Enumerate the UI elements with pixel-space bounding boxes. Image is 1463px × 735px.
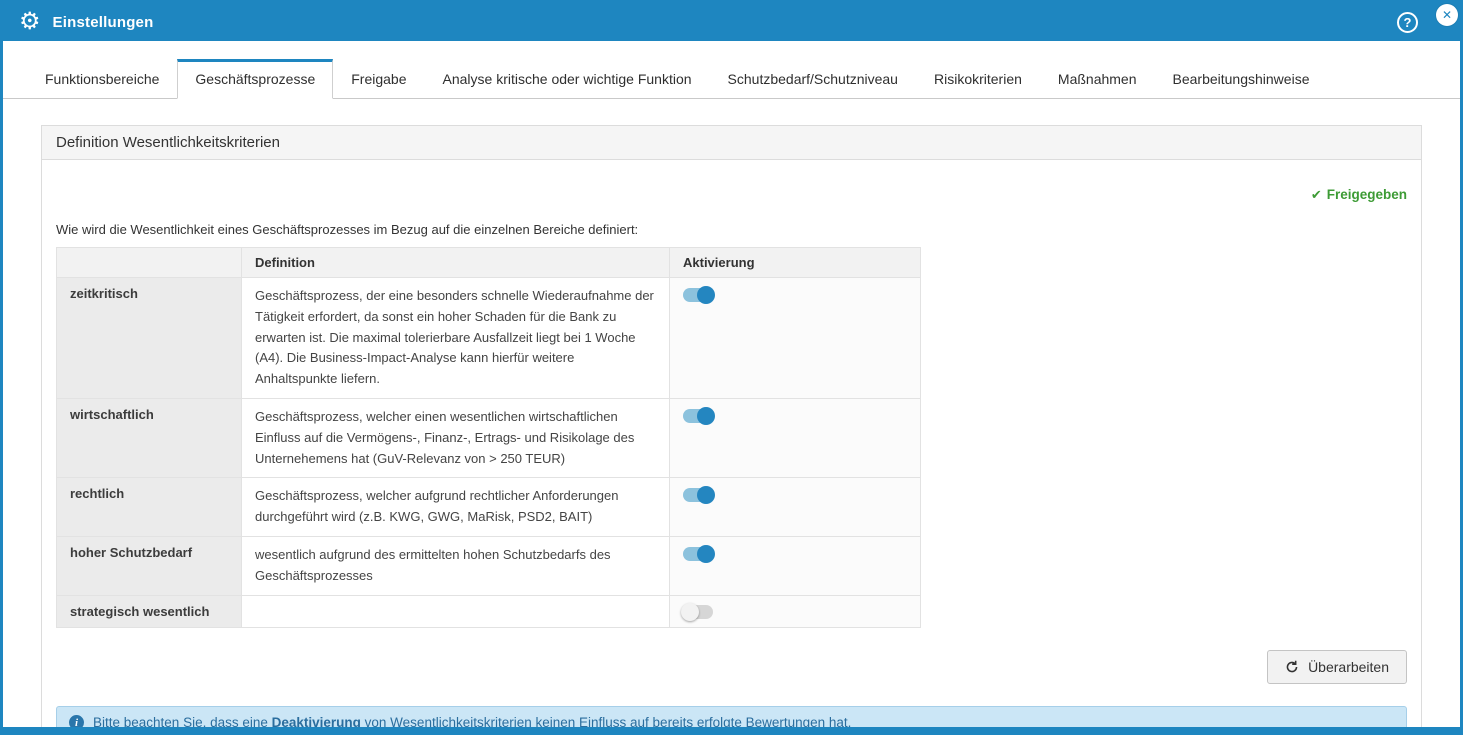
activation-toggle[interactable] (683, 288, 713, 302)
info-icon: i (69, 715, 84, 730)
refresh-icon (1285, 660, 1299, 674)
row-definition: Geschäftsprozess, welcher aufgrund recht… (242, 478, 670, 537)
notice-bold: Deaktivierung (272, 715, 361, 730)
button-row: Überarbeiten (54, 650, 1407, 684)
tab-label: Analyse kritische oder wichtige Funktion (443, 71, 692, 87)
tab-maßnahmen[interactable]: Maßnahmen (1040, 59, 1155, 99)
row-activation-cell (670, 398, 921, 477)
criteria-table: Definition Aktivierung zeitkritisch Gesc… (56, 247, 921, 628)
status-line: ✔ Freigegeben (54, 172, 1409, 214)
row-activation-cell (670, 278, 921, 399)
row-definition: Geschäftsprozess, der eine besonders sch… (242, 278, 670, 399)
row-label: rechtlich (57, 478, 242, 537)
tab-label: Geschäftsprozesse (195, 71, 315, 87)
notice-text: Bitte beachten Sie, dass eine Deaktivier… (93, 715, 851, 730)
table-row: rechtlich Geschäftsprozess, welcher aufg… (57, 478, 921, 537)
row-label: wirtschaftlich (57, 398, 242, 477)
tab-geschäftsprozesse[interactable]: Geschäftsprozesse (177, 59, 333, 99)
column-header-activation: Aktivierung (670, 248, 921, 278)
tab-label: Funktionsbereiche (45, 71, 159, 87)
table-row: wirtschaftlich Geschäftsprozess, welcher… (57, 398, 921, 477)
column-header-empty (57, 248, 242, 278)
activation-toggle[interactable] (683, 409, 713, 423)
window-title: Einstellungen (53, 14, 154, 31)
table-row: hoher Schutzbedarf wesentlich aufgrund d… (57, 536, 921, 595)
help-button[interactable]: ? (1397, 12, 1418, 33)
title-bar: ⚙ Einstellungen ? (3, 3, 1460, 41)
rework-button[interactable]: Überarbeiten (1267, 650, 1407, 684)
tab-analyse-kritische-oder-wichtige-funktion[interactable]: Analyse kritische oder wichtige Funktion (425, 59, 710, 99)
notice-bar: i Bitte beachten Sie, dass eine Deaktivi… (56, 706, 1407, 735)
tab-label: Schutzbedarf/Schutzniveau (728, 71, 898, 87)
row-definition (242, 595, 670, 628)
tab-bearbeitungshinweise[interactable]: Bearbeitungshinweise (1155, 59, 1328, 99)
row-label: hoher Schutzbedarf (57, 536, 242, 595)
activation-toggle[interactable] (683, 605, 713, 619)
tab-risikokriterien[interactable]: Risikokriterien (916, 59, 1040, 99)
row-activation-cell (670, 595, 921, 628)
settings-window: ⚙ Einstellungen ? ✕ Funktionsbereiche Ge… (0, 0, 1463, 735)
status-label: Freigegeben (1327, 187, 1407, 202)
tab-freigabe[interactable]: Freigabe (333, 59, 424, 99)
close-button[interactable]: ✕ (1436, 4, 1458, 26)
tab-schutzbedarf-schutzniveau[interactable]: Schutzbedarf/Schutzniveau (710, 59, 916, 99)
tab-bar: Funktionsbereiche Geschäftsprozesse Frei… (3, 41, 1460, 99)
rework-button-label: Überarbeiten (1308, 659, 1389, 675)
tab-label: Freigabe (351, 71, 406, 87)
criteria-table-body: zeitkritisch Geschäftsprozess, der eine … (57, 278, 921, 628)
row-definition: Geschäftsprozess, welcher einen wesentli… (242, 398, 670, 477)
column-header-definition: Definition (242, 248, 670, 278)
table-header-row: Definition Aktivierung (57, 248, 921, 278)
activation-toggle[interactable] (683, 488, 713, 502)
panel-title: Definition Wesentlichkeitskriterien (42, 126, 1421, 160)
row-label: strategisch wesentlich (57, 595, 242, 628)
tab-label: Maßnahmen (1058, 71, 1137, 87)
table-row: strategisch wesentlich (57, 595, 921, 628)
row-activation-cell (670, 536, 921, 595)
row-activation-cell (670, 478, 921, 537)
status-badge: ✔ Freigegeben (1311, 187, 1407, 202)
row-definition: wesentlich aufgrund des ermittelten hohe… (242, 536, 670, 595)
tab-label: Bearbeitungshinweise (1173, 71, 1310, 87)
table-row: zeitkritisch Geschäftsprozess, der eine … (57, 278, 921, 399)
check-icon: ✔ (1311, 187, 1322, 202)
content-area: Definition Wesentlichkeitskriterien ✔ Fre… (3, 99, 1460, 735)
criteria-panel: Definition Wesentlichkeitskriterien ✔ Fre… (41, 125, 1422, 735)
tab-label: Risikokriterien (934, 71, 1022, 87)
tab-funktionsbereiche[interactable]: Funktionsbereiche (27, 59, 177, 99)
panel-body: ✔ Freigegeben Wie wird die Wesentlichkeit… (42, 160, 1421, 735)
intro-text: Wie wird die Wesentlichkeit eines Geschä… (56, 222, 1409, 237)
row-label: zeitkritisch (57, 278, 242, 399)
activation-toggle[interactable] (683, 547, 713, 561)
gear-icon: ⚙ (19, 10, 41, 34)
